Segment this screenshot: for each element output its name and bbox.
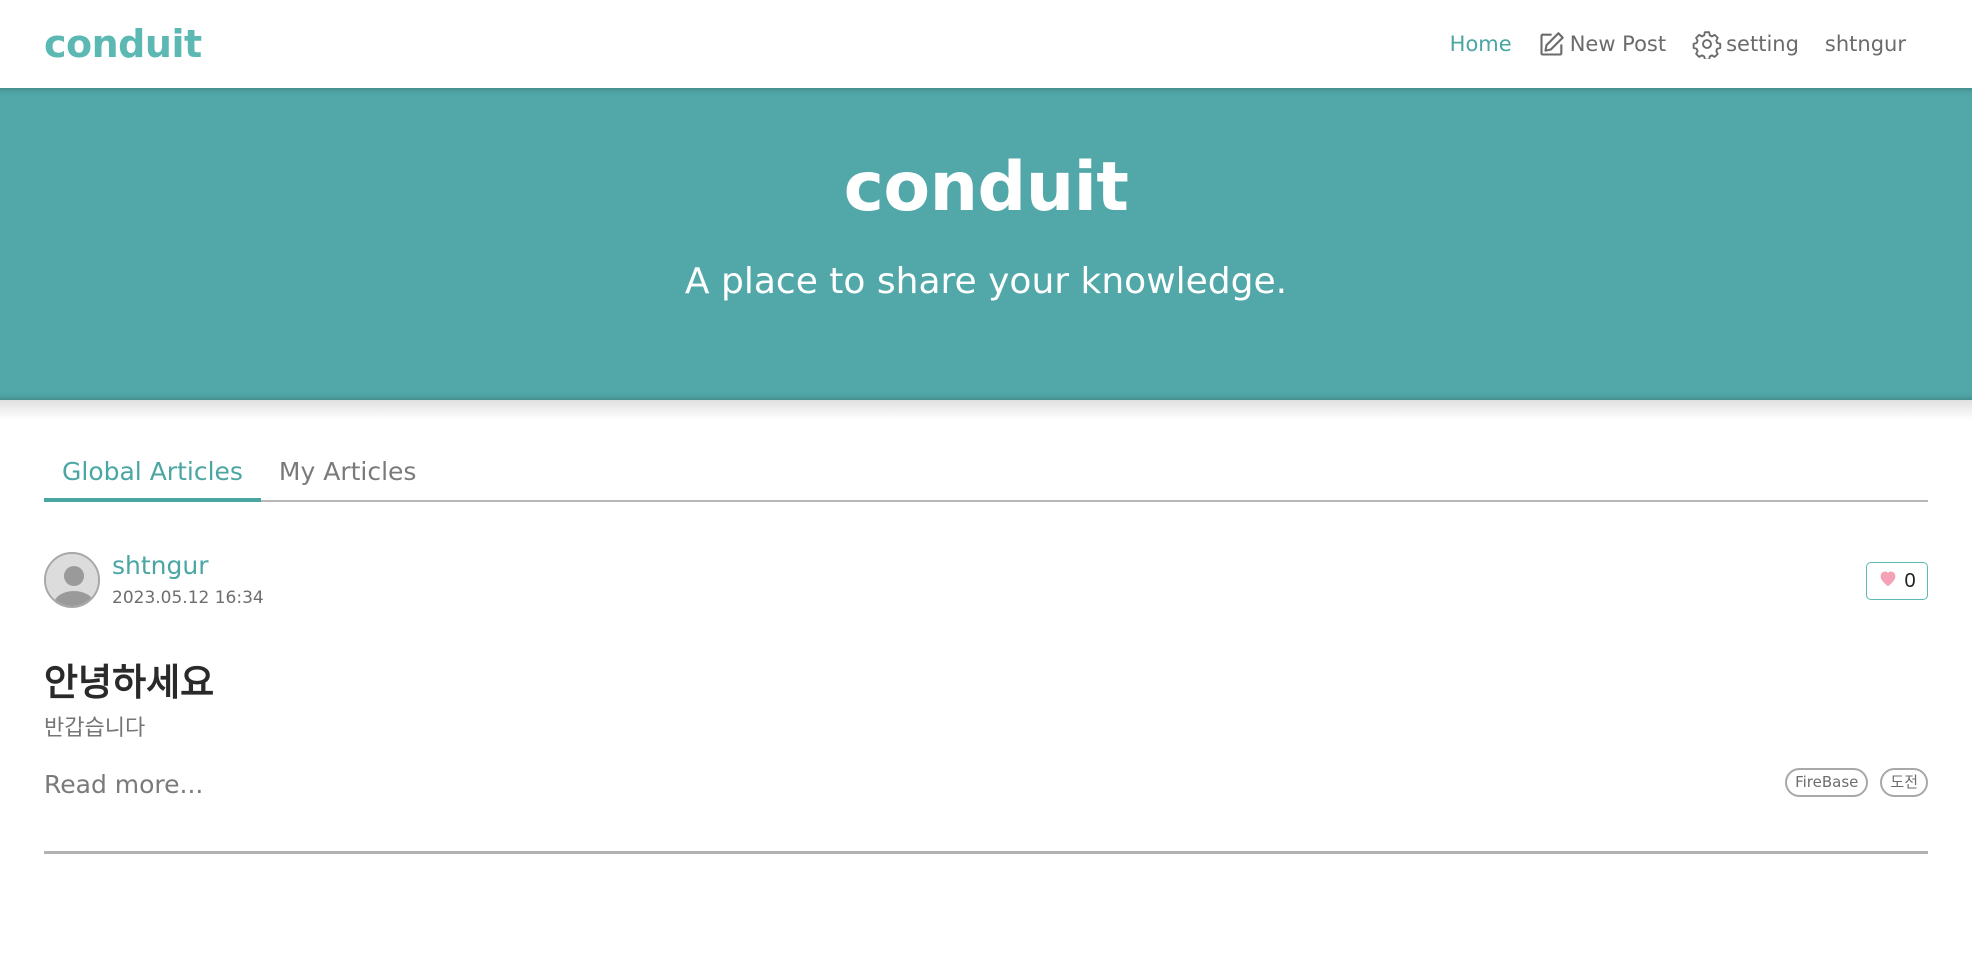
article-meta: shtngur 2023.05.12 16:34 [44,552,264,608]
tag-list: FireBase 도전 [1785,768,1928,797]
nav-setting-link[interactable]: setting [1692,29,1799,59]
nav-user-link[interactable]: shtngur [1825,32,1906,56]
favorite-count: 0 [1904,569,1916,592]
nav-new-post-label: New Post [1569,32,1667,56]
top-navbar: conduit Home New Post setting shtngur [0,0,1972,88]
article-preview: shtngur 2023.05.12 16:34 0 안녕하세요 반갑습니다 R… [44,552,1928,854]
gear-icon [1692,29,1722,59]
avatar[interactable] [44,552,100,608]
nav-new-post-link[interactable]: New Post [1538,30,1666,58]
article-title[interactable]: 안녕하세요 [44,652,214,706]
heart-icon [1878,569,1898,593]
feed-tabs: Global Articles My Articles [44,430,1928,502]
author-name[interactable]: shtngur [112,552,264,580]
nav-home-label: Home [1449,32,1512,56]
tab-my-articles[interactable]: My Articles [261,430,435,500]
nav-user-label: shtngur [1824,32,1906,56]
brand-logo[interactable]: conduit [44,22,202,66]
article-description: 반갑습니다 [44,716,146,741]
hero-title: conduit [843,148,1129,227]
tab-global-articles[interactable]: Global Articles [44,430,261,502]
hero-banner: conduit A place to share your knowledge. [0,88,1972,400]
user-silhouette-icon [46,554,98,606]
tag-pill[interactable]: 도전 [1880,768,1928,797]
nav-links: Home New Post setting shtngur [1450,29,1906,59]
author-info: shtngur 2023.05.12 16:34 [112,552,264,608]
read-more-link[interactable]: Read more... [44,770,203,799]
edit-icon [1538,30,1566,58]
favorite-button[interactable]: 0 [1866,562,1928,600]
nav-home-link[interactable]: Home [1450,32,1512,56]
hero-subtitle: A place to share your knowledge. [684,261,1288,302]
tag-pill[interactable]: FireBase [1785,768,1869,797]
article-date: 2023.05.12 16:34 [112,587,264,608]
hero-shadow [0,400,1972,420]
nav-setting-label: setting [1726,32,1799,56]
